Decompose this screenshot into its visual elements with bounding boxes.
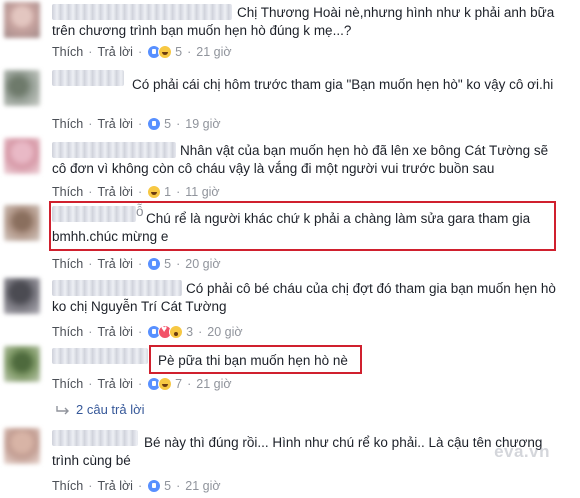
comment-time[interactable]: 20 giờ bbox=[185, 257, 220, 271]
comment-time[interactable]: 19 giờ bbox=[185, 117, 220, 131]
reactions[interactable] bbox=[147, 479, 162, 493]
comment-actions: Thích · Trả lời · 5 · 21 giờ bbox=[52, 478, 221, 494]
separator-dot: · bbox=[137, 479, 143, 493]
separator-dot: · bbox=[137, 257, 143, 271]
comment-time[interactable]: 21 giờ bbox=[196, 377, 231, 391]
comment-time[interactable]: 21 giờ bbox=[185, 479, 220, 493]
separator-dot: · bbox=[88, 117, 93, 131]
separator-dot: · bbox=[176, 257, 181, 271]
comment-text: Có phải cô bé cháu của chị đợt đó tham g… bbox=[52, 281, 560, 314]
separator-dot: · bbox=[187, 377, 192, 391]
separator-dot: · bbox=[137, 117, 143, 131]
like-link[interactable]: Thích bbox=[52, 325, 83, 339]
reaction-count: 5 bbox=[164, 117, 172, 131]
wow-reaction-icon bbox=[169, 325, 184, 339]
separator-dot: · bbox=[187, 45, 192, 59]
reactions[interactable] bbox=[147, 324, 184, 339]
comment-actions: Thích · Trả lời · 5 · 19 giờ bbox=[52, 116, 221, 132]
reply-link[interactable]: Trả lời bbox=[97, 325, 133, 339]
avatar[interactable] bbox=[4, 205, 40, 241]
like-link[interactable]: Thích bbox=[52, 185, 83, 199]
avatar[interactable] bbox=[4, 2, 40, 38]
reaction-count: 5 bbox=[175, 45, 183, 59]
separator-dot: · bbox=[137, 45, 143, 59]
highlight-box bbox=[49, 201, 556, 251]
haha-reaction-icon bbox=[158, 377, 173, 391]
reply-link[interactable]: Trả lời bbox=[97, 377, 133, 391]
like-link[interactable]: Thích bbox=[52, 479, 83, 493]
reactions[interactable] bbox=[147, 377, 173, 391]
reactions[interactable] bbox=[147, 185, 162, 199]
like-link[interactable]: Thích bbox=[52, 377, 83, 391]
separator-dot: · bbox=[176, 479, 181, 493]
reaction-count: 5 bbox=[164, 479, 172, 493]
avatar[interactable] bbox=[4, 428, 40, 464]
separator-dot: · bbox=[137, 325, 143, 339]
comment-text: Chị Thương Hoài nè,nhưng hình như k phải… bbox=[52, 5, 558, 38]
comment-actions: Thích · Trả lời · 3 · 20 giờ bbox=[52, 324, 243, 340]
comment-actions: Thích · Trả lời · 7 · 21 giờ bbox=[52, 376, 232, 392]
reply-link[interactable]: Trả lời bbox=[97, 479, 133, 493]
comment-time[interactable]: 11 giờ bbox=[185, 185, 219, 199]
comment-text: Có phải cái chị hôm trước tham gia "Bạn … bbox=[132, 77, 554, 92]
haha-reaction-icon bbox=[147, 185, 162, 199]
like-link[interactable]: Thích bbox=[52, 117, 83, 131]
comment-actions: Thích · Trả lời · 1 · 11 giờ bbox=[52, 184, 220, 200]
separator-dot: · bbox=[137, 377, 143, 391]
comment-text: Bé này thì đúng rồi... Hình như chú rể k… bbox=[52, 435, 547, 468]
like-reaction-icon bbox=[147, 117, 162, 131]
like-reaction-icon bbox=[147, 479, 162, 493]
separator-dot: · bbox=[88, 479, 93, 493]
separator-dot: · bbox=[176, 185, 181, 199]
separator-dot: · bbox=[88, 377, 93, 391]
like-reaction-icon bbox=[147, 257, 162, 271]
view-replies-link[interactable]: 2 câu trả lời bbox=[56, 402, 145, 417]
avatar[interactable] bbox=[4, 70, 40, 106]
separator-dot: · bbox=[198, 325, 203, 339]
reactions[interactable] bbox=[147, 45, 173, 59]
separator-dot: · bbox=[176, 117, 181, 131]
reply-link[interactable]: Trả lời bbox=[97, 117, 133, 131]
comment-text: Nhân vật của bạn muốn hẹn hò đã lên xe b… bbox=[52, 143, 552, 176]
avatar[interactable] bbox=[4, 346, 40, 382]
reply-link[interactable]: Trả lời bbox=[97, 257, 133, 271]
comment-time[interactable]: 20 giờ bbox=[207, 325, 242, 339]
separator-dot: · bbox=[88, 257, 93, 271]
comment-actions: Thích · Trả lời · 5 · 21 giờ bbox=[52, 44, 232, 60]
reaction-count: 1 bbox=[164, 185, 172, 199]
reply-arrow-icon bbox=[56, 405, 70, 415]
reactions[interactable] bbox=[147, 117, 162, 131]
comment-time[interactable]: 21 giờ bbox=[196, 45, 231, 59]
reaction-count: 5 bbox=[164, 257, 172, 271]
reply-link[interactable]: Trả lời bbox=[97, 185, 133, 199]
avatar[interactable] bbox=[4, 278, 40, 314]
separator-dot: · bbox=[88, 325, 93, 339]
watermark: eva.vn bbox=[494, 442, 550, 461]
reaction-count: 3 bbox=[186, 325, 194, 339]
comment-actions: Thích · Trả lời · 5 · 20 giờ bbox=[52, 256, 221, 272]
like-link[interactable]: Thích bbox=[52, 45, 83, 59]
separator-dot: · bbox=[88, 45, 93, 59]
reaction-count: 7 bbox=[175, 377, 183, 391]
reply-link[interactable]: Trả lời bbox=[97, 45, 133, 59]
haha-reaction-icon bbox=[158, 45, 173, 59]
separator-dot: · bbox=[88, 185, 93, 199]
commenter-name-blurred[interactable] bbox=[52, 348, 148, 364]
like-link[interactable]: Thích bbox=[52, 257, 83, 271]
reactions[interactable] bbox=[147, 257, 162, 271]
view-replies-label: 2 câu trả lời bbox=[76, 402, 145, 417]
avatar[interactable] bbox=[4, 138, 40, 174]
highlight-box bbox=[149, 345, 362, 374]
separator-dot: · bbox=[137, 185, 143, 199]
